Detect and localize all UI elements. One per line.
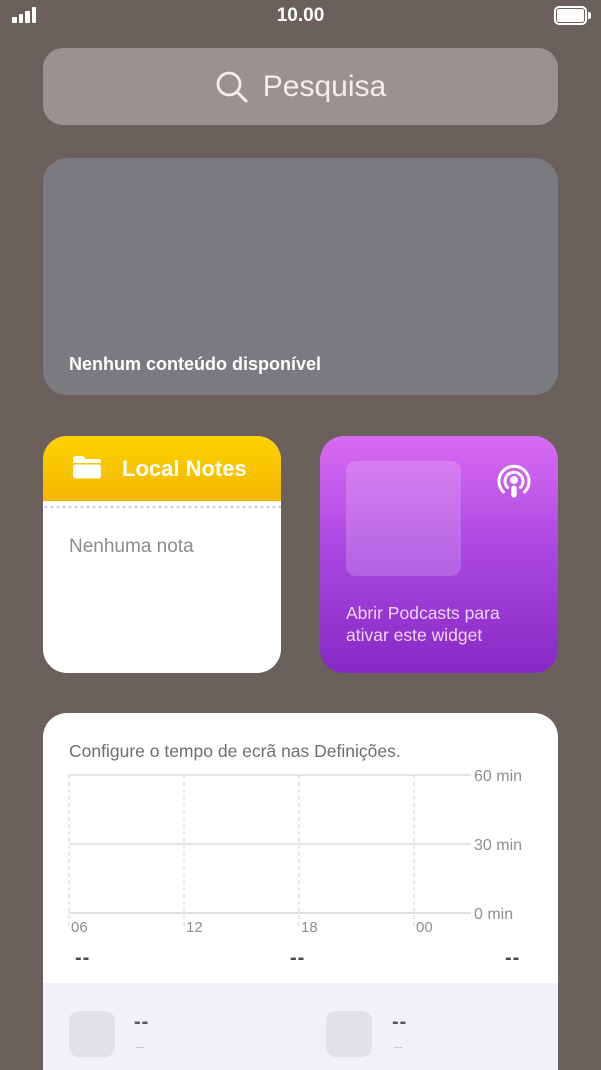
y-label: 0 min — [474, 906, 513, 923]
screen-time-summary: -- — [75, 947, 91, 969]
x-label: 18 — [301, 919, 318, 936]
notes-divider — [43, 505, 281, 509]
screen-time-summary: -- — [505, 947, 521, 969]
notes-widget-header: Local Notes — [43, 436, 281, 501]
podcasts-icon — [497, 464, 531, 498]
screen-time-apps: -- -- -- -- — [43, 983, 558, 1070]
status-time: 10.00 — [276, 5, 325, 26]
notes-empty-text: Nenhuma nota — [69, 536, 194, 557]
search-field[interactable]: Pesquisa — [43, 48, 558, 125]
podcast-artwork-placeholder — [346, 461, 461, 576]
status-bar: 10.00 — [0, 0, 601, 34]
folder-icon — [73, 456, 101, 479]
x-label: 12 — [186, 919, 203, 936]
app-usage-value: -- — [392, 1011, 408, 1033]
empty-widget-label: Nenhum conteúdo disponível — [69, 354, 322, 374]
y-label: 30 min — [474, 837, 522, 854]
app-usage-sub: -- — [394, 1039, 403, 1054]
x-label: 00 — [416, 919, 433, 936]
empty-widget[interactable]: Nenhum conteúdo disponível — [43, 158, 558, 395]
screen-time-widget[interactable]: Configure o tempo de ecrã nas Definições… — [43, 713, 558, 1070]
notes-widget[interactable]: Local Notes Nenhuma nota — [43, 436, 281, 673]
podcasts-widget[interactable]: Abrir Podcasts para ativar este widget — [320, 436, 558, 673]
battery-icon — [554, 6, 591, 25]
screen-time-chart: 60 min 30 min 0 min 06 12 18 00 — [68, 768, 522, 936]
app-icon-placeholder — [69, 1011, 115, 1057]
app-icon-placeholder — [326, 1011, 372, 1057]
app-usage-value: -- — [134, 1011, 150, 1033]
search-icon — [216, 71, 248, 102]
search-placeholder: Pesquisa — [262, 69, 387, 103]
screen-time-summary: -- — [290, 947, 306, 969]
x-label: 06 — [71, 919, 88, 936]
podcasts-message: Abrir Podcasts para ativar este widget — [346, 603, 500, 645]
app-usage-sub: -- — [136, 1039, 145, 1054]
notes-widget-title: Local Notes — [122, 456, 247, 481]
y-label: 60 min — [474, 768, 522, 785]
